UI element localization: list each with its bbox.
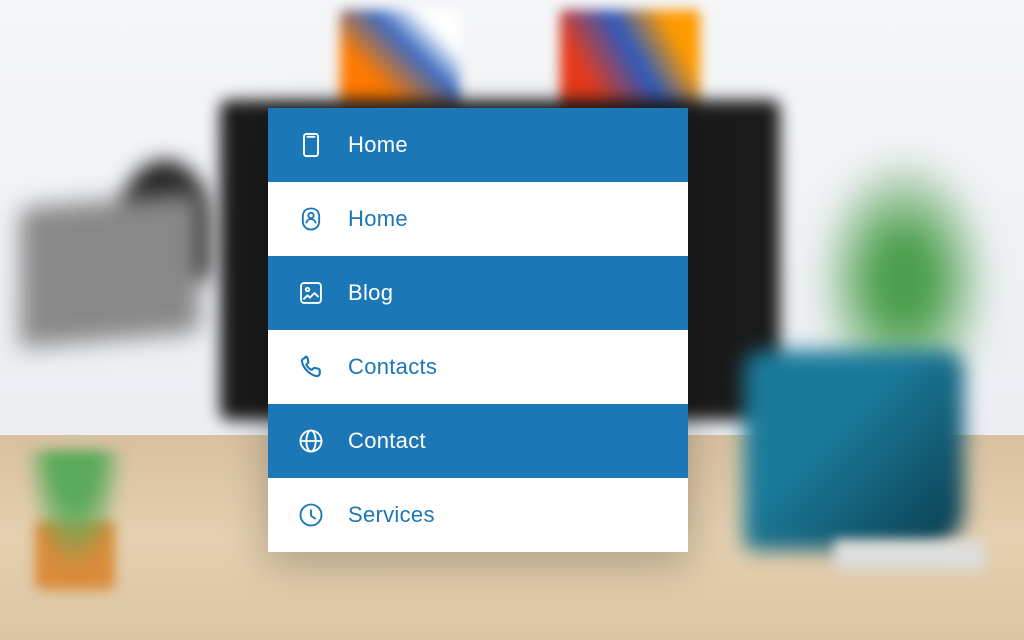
- menu-item-label: Contact: [348, 428, 426, 454]
- device-icon: [296, 130, 326, 160]
- menu-item-label: Blog: [348, 280, 393, 306]
- navigation-menu: Home Home Blog Contacts: [268, 108, 688, 552]
- clock-icon: [296, 500, 326, 530]
- menu-item-home-2[interactable]: Home: [268, 182, 688, 256]
- menu-item-label: Contacts: [348, 354, 437, 380]
- menu-item-contacts[interactable]: Contacts: [268, 330, 688, 404]
- phone-icon: [296, 352, 326, 382]
- menu-item-blog[interactable]: Blog: [268, 256, 688, 330]
- menu-item-services[interactable]: Services: [268, 478, 688, 552]
- globe-icon: [296, 426, 326, 456]
- person-icon: [296, 204, 326, 234]
- menu-item-label: Home: [348, 132, 408, 158]
- image-icon: [296, 278, 326, 308]
- menu-item-label: Services: [348, 502, 435, 528]
- menu-item-label: Home: [348, 206, 408, 232]
- menu-item-home-1[interactable]: Home: [268, 108, 688, 182]
- menu-item-contact[interactable]: Contact: [268, 404, 688, 478]
